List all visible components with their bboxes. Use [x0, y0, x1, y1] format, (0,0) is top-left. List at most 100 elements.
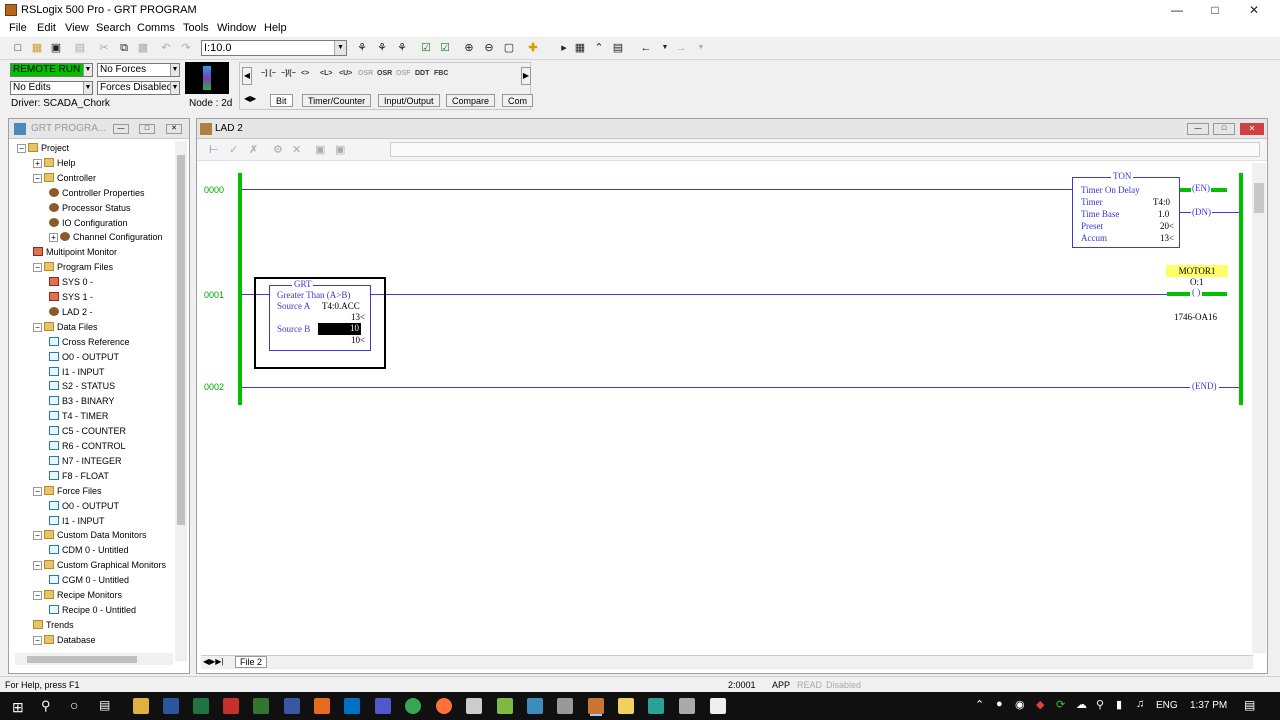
app-icon-blue[interactable]: [527, 698, 543, 714]
ton-accum-value[interactable]: 13<: [1160, 233, 1174, 243]
proj-restore-button[interactable]: □: [139, 124, 155, 134]
volume-icon[interactable]: ♫: [1136, 698, 1144, 710]
lad-minimize-button[interactable]: —: [1187, 123, 1209, 135]
tree-item[interactable]: + Help: [33, 156, 76, 170]
tree-item[interactable]: − Force Files: [33, 484, 102, 498]
save-icon[interactable]: ▣: [49, 41, 63, 55]
tree-item[interactable]: Recipe 0 - Untitled: [49, 603, 136, 617]
menu-file[interactable]: File: [9, 22, 27, 34]
excel-icon[interactable]: [193, 698, 209, 714]
verify-project-icon[interactable]: ☑: [438, 41, 452, 55]
ladder-vscroll-thumb[interactable]: [1254, 183, 1264, 213]
motor-address[interactable]: O:1: [1190, 277, 1204, 287]
processor-mode-select[interactable]: REMOTE RUN ▼: [10, 63, 93, 77]
cut-icon[interactable]: ✂: [97, 41, 111, 55]
proj-minimize-button[interactable]: —: [113, 124, 129, 134]
app-icon-white[interactable]: [710, 698, 726, 714]
add-rung-icon[interactable]: ✚: [526, 41, 540, 55]
motor-tag[interactable]: MOTOR1: [1166, 265, 1228, 277]
tree-item[interactable]: − Controller: [33, 171, 96, 185]
tree-item[interactable]: IO Configuration: [49, 216, 128, 230]
motor-output-coil[interactable]: ( ): [1190, 287, 1203, 297]
tree-item[interactable]: Multipoint Monitor: [33, 245, 117, 259]
tree-vscrollbar[interactable]: [175, 141, 187, 661]
app-icon-light[interactable]: [679, 698, 695, 714]
tree-item[interactable]: + Channel Configuration: [49, 230, 163, 244]
zoom-out-icon[interactable]: ⊖: [482, 41, 496, 55]
collapse-icon[interactable]: −: [33, 263, 42, 273]
outlook-icon[interactable]: [344, 698, 360, 714]
ton-timer-value[interactable]: T4:0: [1153, 197, 1170, 207]
notifications-icon[interactable]: ▤: [1244, 698, 1255, 712]
ons-instruction[interactable]: OSR: [358, 70, 373, 77]
forward-icon[interactable]: →: [674, 41, 688, 55]
fbc-instruction[interactable]: FBC: [434, 70, 448, 77]
accept-edits-icon[interactable]: ✓: [229, 143, 238, 156]
en-coil[interactable]: (EN): [1191, 183, 1211, 193]
publisher-icon[interactable]: [253, 698, 269, 714]
palette-right-icon[interactable]: ▶: [521, 67, 531, 85]
task-view-icon[interactable]: ▤: [99, 698, 110, 712]
tree-item[interactable]: − Program Files: [33, 260, 113, 274]
open-icon[interactable]: ▦: [30, 41, 44, 55]
properties-icon[interactable]: ▤: [611, 41, 625, 55]
tree-item[interactable]: SYS 1 -: [49, 290, 93, 304]
tree-item[interactable]: R6 - CONTROL: [49, 439, 126, 453]
app-icon-green[interactable]: [497, 698, 513, 714]
collapse-icon[interactable]: −: [33, 531, 42, 541]
menu-comms[interactable]: Comms: [137, 22, 175, 34]
tab-scroll-icon[interactable]: ◀▶: [244, 94, 256, 103]
tree-item[interactable]: − Custom Graphical Monitors: [33, 558, 166, 572]
proj-close-button[interactable]: ✕: [166, 124, 182, 134]
xio-instruction[interactable]: −]/[−: [281, 70, 296, 77]
ton-instruction[interactable]: TON Timer On Delay Timer T4:0 Time Base …: [1072, 171, 1180, 248]
ton-preset-value[interactable]: 20<: [1160, 221, 1174, 231]
ladder-hscrollbar[interactable]: [737, 655, 1253, 669]
tree-item[interactable]: Processor Status: [49, 201, 131, 215]
mic-icon[interactable]: ●: [996, 698, 1003, 710]
rung-branch-icon[interactable]: ⊢: [209, 143, 219, 156]
file-tab[interactable]: File 2: [235, 656, 268, 668]
tree-item[interactable]: F8 - FLOAT: [49, 469, 109, 483]
chevron-down-icon[interactable]: ▼: [83, 64, 92, 76]
menu-tools[interactable]: Tools: [183, 22, 209, 34]
tree-item[interactable]: − Custom Data Monitors: [33, 528, 147, 542]
tab-com[interactable]: Com: [502, 94, 534, 107]
collapse-icon[interactable]: −: [17, 144, 26, 153]
app-icon-orange[interactable]: [314, 698, 330, 714]
tree-item[interactable]: SYS 0 -: [49, 275, 93, 289]
tree-item[interactable]: CDM 0 - Untitled: [49, 543, 129, 557]
xic-instruction[interactable]: −] [−: [261, 70, 276, 77]
teams-icon[interactable]: [375, 698, 391, 714]
rung-number-1[interactable]: 0001: [204, 290, 224, 300]
collapse-icon[interactable]: −: [33, 561, 42, 571]
clock[interactable]: 1:37 PM: [1190, 700, 1227, 711]
search-icon[interactable]: ⚲: [41, 698, 51, 714]
tree-item[interactable]: B3 - BINARY: [49, 394, 114, 408]
tab-nav-icon[interactable]: ◀▶▶|: [203, 657, 224, 666]
otu-instruction[interactable]: <U>: [339, 70, 352, 77]
tree-item[interactable]: T4 - TIMER: [49, 409, 108, 423]
tree-item[interactable]: LAD 2 -: [49, 305, 93, 319]
lad-restore-button[interactable]: □: [1213, 123, 1235, 135]
tree-hscroll-thumb[interactable]: [27, 656, 137, 663]
tree-item[interactable]: I1 - INPUT: [49, 514, 105, 528]
expand-icon[interactable]: +: [33, 158, 42, 168]
forces-enabled-select[interactable]: Forces Disabled ▼: [97, 81, 180, 95]
find-icon[interactable]: ⚘: [355, 41, 369, 55]
ladder-vscrollbar[interactable]: [1252, 163, 1266, 653]
cancel-edits-icon[interactable]: ✗: [249, 143, 258, 156]
word-icon[interactable]: [163, 698, 179, 714]
back-icon[interactable]: ←: [639, 41, 653, 55]
undo-icon[interactable]: ↶: [159, 41, 173, 55]
edits-select[interactable]: No Edits ▼: [10, 81, 93, 95]
expand-icon[interactable]: +: [49, 233, 58, 243]
close-button[interactable]: ✕: [1245, 2, 1263, 18]
address-combo[interactable]: I:10.0 ▼: [201, 40, 347, 56]
battery-icon[interactable]: ▮: [1116, 698, 1122, 711]
maximize-button[interactable]: □: [1206, 2, 1224, 18]
grt-instruction[interactable]: GRT Greater Than (A>B) Source A T4:0.ACC…: [269, 279, 371, 351]
online-icon[interactable]: ▸: [557, 41, 571, 55]
rslogix-icon[interactable]: [588, 698, 604, 714]
tree-item[interactable]: − Recipe Monitors: [33, 588, 122, 602]
